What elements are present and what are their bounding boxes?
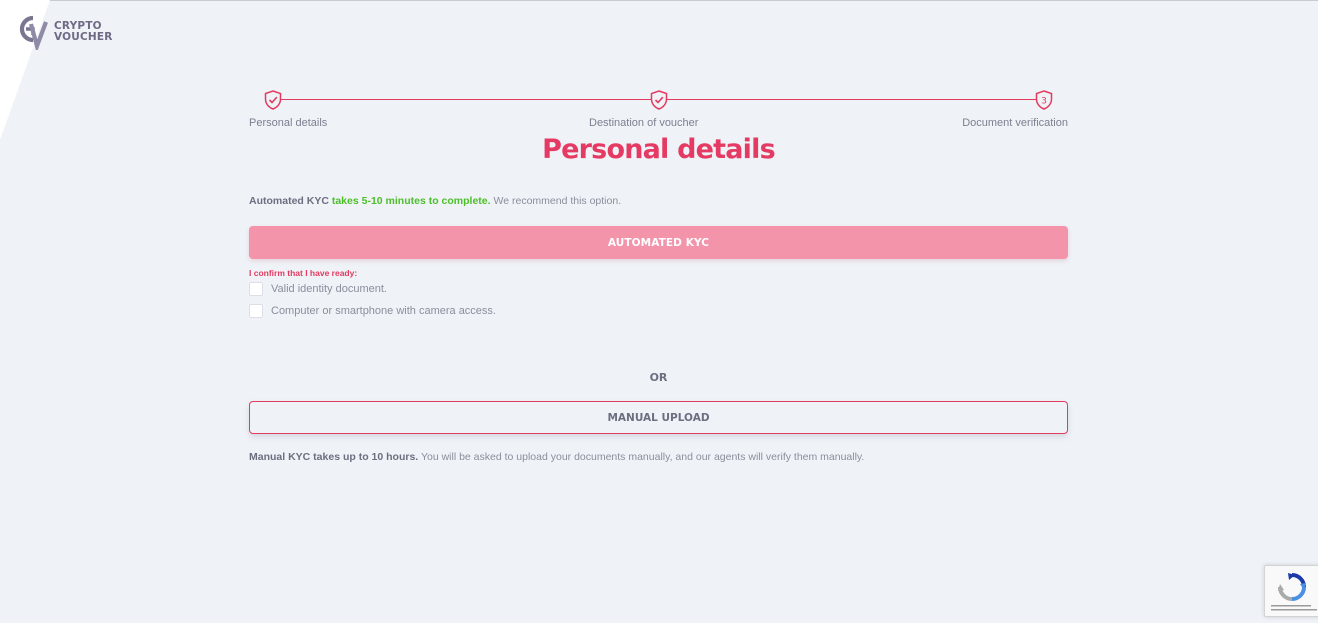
intro-bold: Automated KYC (249, 195, 329, 207)
step-destination-of-voucher: Destination of voucher (589, 117, 699, 129)
recaptcha-badge[interactable] (1264, 565, 1318, 617)
manual-upload-button[interactable]: MANUAL UPLOAD (249, 401, 1068, 434)
identity-document-checkbox[interactable] (249, 282, 263, 296)
step-number: 3 (1041, 97, 1047, 107)
checklist-label[interactable]: Computer or smartphone with camera acces… (271, 305, 496, 317)
or-divider: OR (649, 371, 668, 384)
top-border (0, 0, 1318, 1)
logo-line-2: VOUCHER (54, 31, 113, 43)
confirm-label: I confirm that I have ready: (249, 268, 358, 278)
automated-kyc-intro: Automated KYC takes 5-10 minutes to comp… (249, 195, 621, 207)
progress-stepper: Personal details Destination of voucher … (249, 88, 1068, 132)
checklist-item[interactable]: Computer or smartphone with camera acces… (249, 304, 496, 318)
manual-kyc-note: Manual KYC takes up to 10 hours. You wil… (249, 451, 864, 463)
intro-recommendation: We recommend this option. (493, 195, 622, 207)
shield-check-icon (650, 90, 668, 110)
checklist-item[interactable]: Valid identity document. (249, 282, 387, 296)
step-personal-details: Personal details (249, 117, 328, 129)
automated-kyc-button[interactable]: AUTOMATED KYC (249, 226, 1068, 259)
page-title: Personal details (542, 134, 775, 165)
camera-device-checkbox[interactable] (249, 304, 263, 318)
manual-note-bold: Manual KYC takes up to 10 hours. (249, 451, 419, 463)
crypto-voucher-logo[interactable]: CRYPTO VOUCHER (14, 14, 113, 50)
checklist-label[interactable]: Valid identity document. (271, 283, 387, 295)
shield-number-icon: 3 (1035, 90, 1053, 110)
intro-duration: takes 5-10 minutes to complete. (331, 195, 491, 207)
manual-note-rest: You will be asked to upload your documen… (420, 451, 865, 463)
step-document-verification: Document verification (962, 117, 1068, 129)
logo-mark-icon (19, 15, 48, 50)
recaptcha-icon (1278, 573, 1306, 601)
shield-check-icon (264, 90, 282, 110)
logo-wordmark: CRYPTO VOUCHER (54, 21, 113, 43)
recaptcha-fine-print (1271, 605, 1317, 611)
